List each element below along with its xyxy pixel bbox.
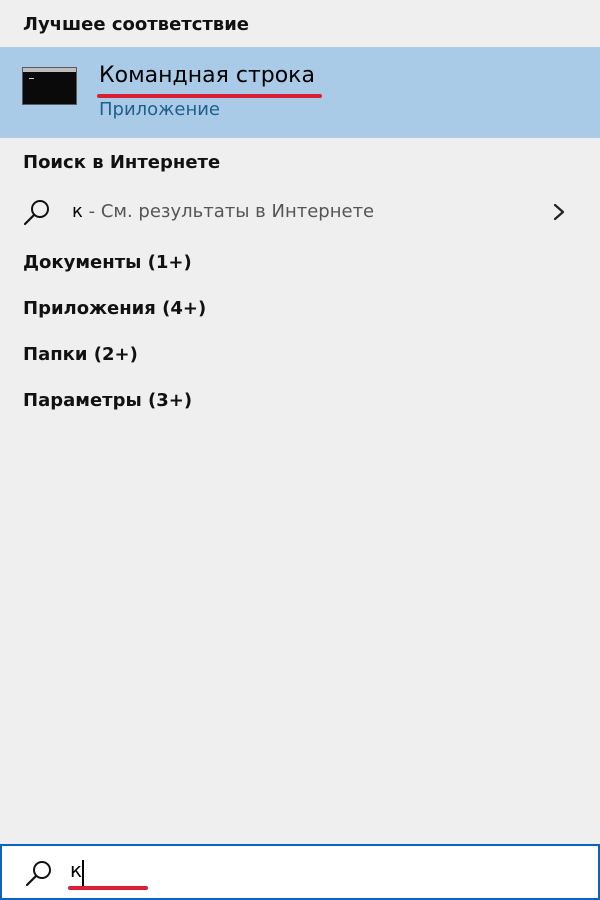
best-match-result[interactable]: Командная строка Приложение (0, 47, 600, 138)
search-icon (25, 861, 51, 887)
annotation-underline-query (68, 886, 148, 890)
search-input[interactable]: к (70, 858, 82, 888)
best-match-header: Лучшее соответствие (23, 14, 250, 35)
text-caret (82, 860, 84, 888)
search-results-panel: Лучшее соответствие Командная строка При… (0, 0, 600, 900)
web-search-query: к (72, 201, 83, 222)
web-search-text: к - См. результаты в Интернете (72, 201, 374, 222)
search-icon (23, 200, 49, 226)
search-box[interactable]: к (0, 844, 600, 900)
category-documents[interactable]: Документы (1+) (23, 252, 192, 273)
annotation-underline-title (97, 94, 322, 98)
category-apps[interactable]: Приложения (4+) (23, 298, 206, 319)
best-match-title: Командная строка (99, 63, 315, 88)
category-folders[interactable]: Папки (2+) (23, 344, 138, 365)
command-prompt-icon (22, 67, 77, 105)
best-match-subtitle: Приложение (99, 99, 221, 120)
chevron-right-icon[interactable] (550, 202, 568, 222)
web-search-header: Поиск в Интернете (23, 152, 221, 173)
web-search-suffix: - См. результаты в Интернете (82, 201, 375, 222)
category-settings[interactable]: Параметры (3+) (23, 390, 192, 411)
web-search-result[interactable]: к - См. результаты в Интернете (0, 190, 600, 234)
